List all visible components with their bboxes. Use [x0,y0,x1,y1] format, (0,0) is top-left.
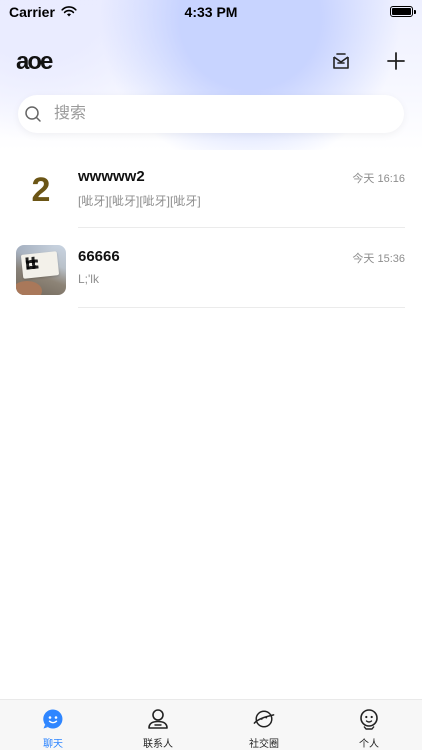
add-button[interactable] [385,50,407,72]
profile-face-icon [358,708,380,730]
tab-label: 个人 [359,739,379,750]
navigation-bar: aoe [0,40,422,84]
tab-label: 聊天 [43,739,63,750]
chat-list: 2 wwwww2 今天 16:16 [呲牙][呲牙][呲牙][呲牙] 66666… [0,148,422,308]
tab-social[interactable]: 社交圈 [224,700,304,750]
chat-name: 66666 [78,248,120,265]
chat-time: 今天 16:16 [352,173,405,185]
search-input[interactable] [52,104,356,124]
avatar: 2 [31,170,51,209]
battery-icon [390,6,416,17]
chat-list-item[interactable]: 66666 今天 15:36 L;'lk [0,228,422,308]
app-logo: aoe [16,48,55,74]
divider [78,307,405,308]
tab-label: 联系人 [143,739,173,750]
status-time: 4:33 PM [184,4,238,20]
tab-label: 社交圈 [249,739,279,750]
search-icon [24,105,42,123]
chat-time: 今天 15:36 [352,253,405,265]
tab-contacts[interactable]: 联系人 [118,700,198,750]
chat-name: wwwww2 [78,168,145,185]
status-bar: Carrier 4:33 PM [0,0,422,24]
tab-profile[interactable]: 个人 [329,700,409,750]
avatar-image [16,245,66,295]
search-bar[interactable] [18,95,404,133]
tab-bar: 聊天 联系人 社交圈 个人 [0,699,422,750]
svg-text:aoe: aoe [16,48,53,74]
chat-face-icon [42,708,64,730]
inbox-button[interactable] [330,50,352,72]
plus-icon [387,52,405,70]
contact-person-icon [147,708,169,730]
chat-preview: [呲牙][呲牙][呲牙][呲牙] [78,194,201,208]
tab-chat[interactable]: 聊天 [13,700,93,750]
chat-list-item[interactable]: 2 wwwww2 今天 16:16 [呲牙][呲牙][呲牙][呲牙] [0,148,422,228]
chat-preview: L;'lk [78,272,99,286]
inbox-icon [333,53,349,69]
planet-icon [253,708,275,730]
